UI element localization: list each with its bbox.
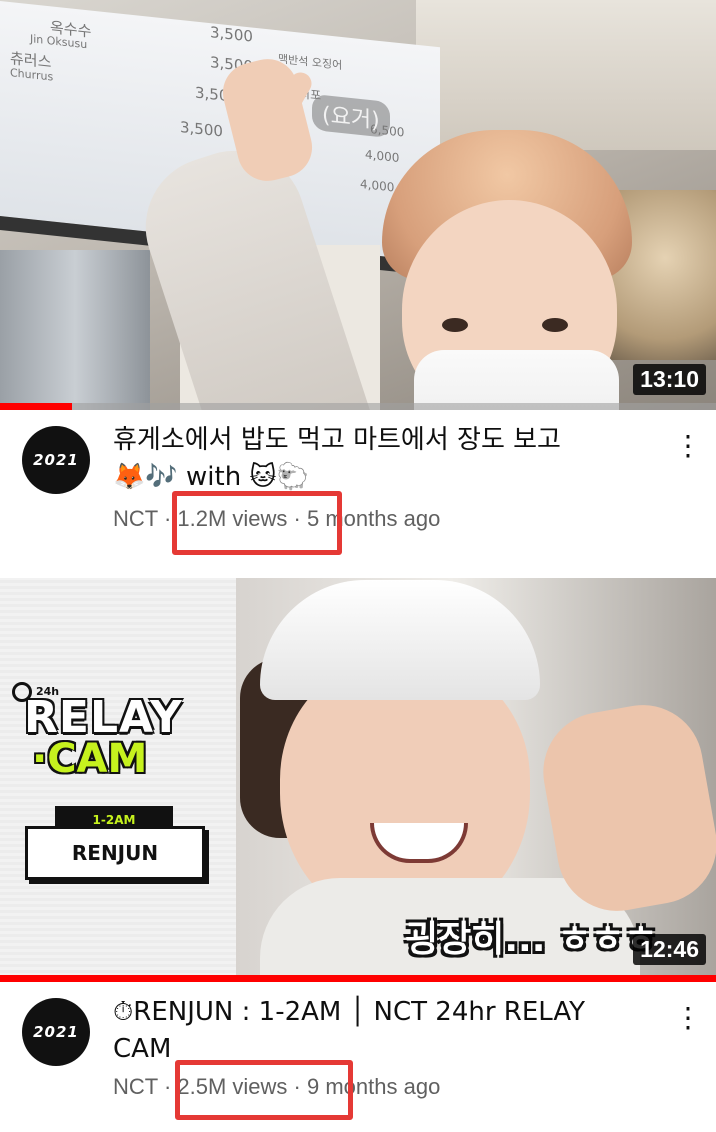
- watch-progress-bar: [0, 975, 716, 982]
- thumbnail-mask: [414, 350, 619, 410]
- view-count-highlight-box: [172, 491, 342, 555]
- thumbnail-fridge: [0, 250, 150, 410]
- channel-name[interactable]: NCT: [113, 1074, 158, 1099]
- video-title[interactable]: 휴게소에서 밥도 먹고 마트에서 장도 보고 🦊🎶 with 🐱🐑: [113, 422, 653, 496]
- channel-name[interactable]: NCT: [113, 506, 158, 531]
- menu-text: 3,500: [180, 117, 223, 141]
- relay-name-tag: RENJUN: [25, 826, 205, 880]
- thumbnail-eye: [442, 318, 468, 332]
- thumbnail-face: [402, 200, 619, 410]
- more-options-icon[interactable]: ⋮: [674, 1004, 702, 1034]
- relay-cam-panel: 24h RELAY ·CAM 1-2AM RENJUN: [0, 578, 236, 982]
- duration-badge: 12:46: [633, 934, 706, 965]
- thumbnail-cap: [260, 580, 540, 700]
- thumbnail-ceiling: [416, 0, 716, 150]
- watch-progress-bar: [0, 403, 716, 410]
- thumbnail-smile: [370, 823, 468, 863]
- video-thumbnail[interactable]: 옥수수 Jin Oksusu 츄러스 Churrus 3,500 3,500 3…: [0, 0, 716, 410]
- duration-badge: 13:10: [633, 364, 706, 395]
- thumbnail-subtitle: 굉장히... ㅎㅎㅎ: [405, 919, 658, 960]
- video-title-line: ⏱RENJUN : 1-2AM │ NCT 24hr RELAY: [113, 997, 586, 1027]
- watch-progress-fill: [0, 403, 72, 410]
- video-title-line: 휴게소에서 밥도 먹고 마트에서 장도 보고: [113, 425, 561, 455]
- thumbnail-eye: [542, 318, 568, 332]
- video-meta: 2021 휴게소에서 밥도 먹고 마트에서 장도 보고 🦊🎶 with 🐱🐑 N…: [0, 410, 716, 560]
- video-title[interactable]: ⏱RENJUN : 1-2AM │ NCT 24hr RELAY CAM: [113, 994, 653, 1068]
- channel-avatar[interactable]: 2021: [22, 998, 90, 1066]
- more-options-icon[interactable]: ⋮: [674, 432, 702, 462]
- menu-text: 3,500: [210, 23, 253, 46]
- video-thumbnail[interactable]: 24h RELAY ·CAM 1-2AM RENJUN 굉장히... ㅎㅎㅎ 1…: [0, 578, 716, 982]
- thumbnail-person: [372, 130, 672, 410]
- view-count-highlight-box: [175, 1060, 353, 1120]
- video-meta: 2021 ⏱RENJUN : 1-2AM │ NCT 24hr RELAY CA…: [0, 982, 716, 1132]
- watch-progress-fill: [0, 975, 716, 982]
- cam-title-text: ·CAM: [32, 736, 148, 782]
- channel-avatar[interactable]: 2021: [22, 426, 90, 494]
